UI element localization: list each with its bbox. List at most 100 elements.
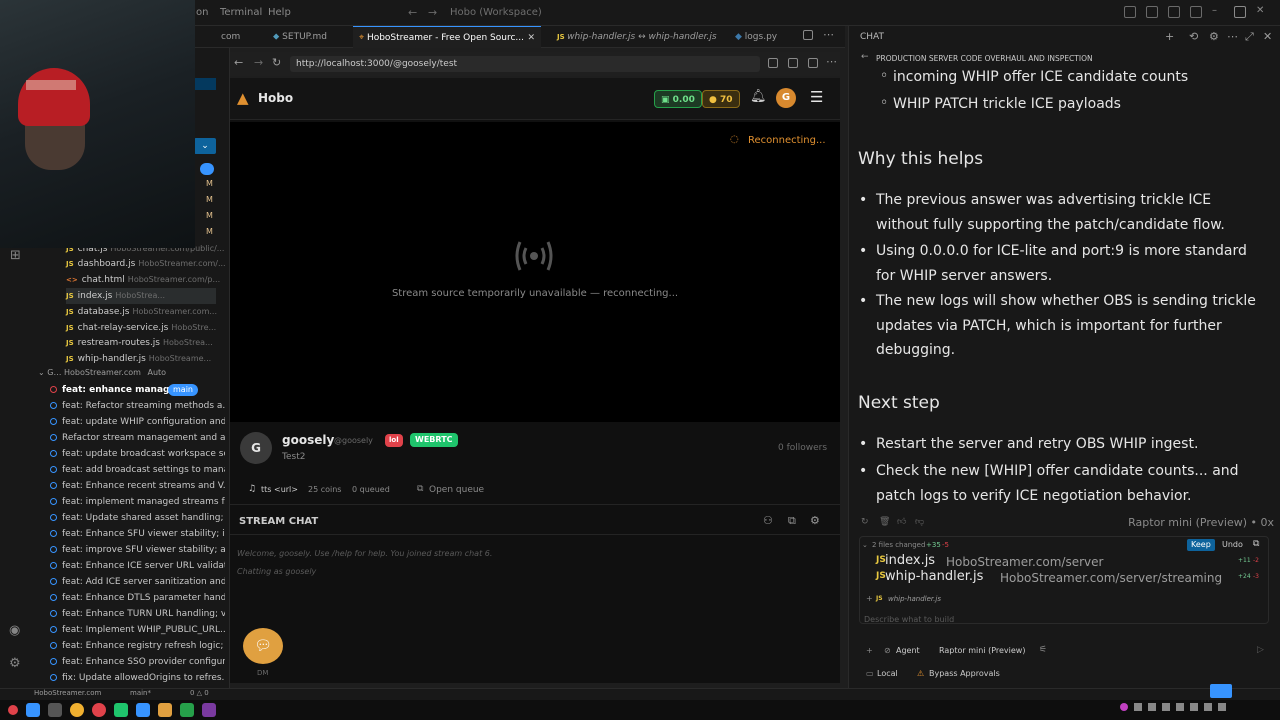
file-item[interactable]: JSrestream-routes.jsHoboStrea...M (66, 335, 245, 351)
url-input[interactable]: http://localhost:3000/@goosely/test (290, 56, 760, 72)
tab-setup-md[interactable]: ⬥ SETUP.md (267, 26, 333, 48)
commit-item[interactable]: feat: Add ICE server sanitization and ..… (50, 574, 225, 590)
attach-icon[interactable]: + (866, 594, 873, 603)
minimize-icon[interactable]: – (1212, 6, 1224, 18)
close-tab-icon[interactable]: ✕ (527, 27, 535, 49)
app-icon[interactable] (180, 703, 194, 717)
back-icon[interactable]: ← (234, 56, 243, 69)
retry-icon[interactable]: ↻ (861, 517, 869, 527)
attached-file[interactable]: whip-handler.js (888, 595, 941, 603)
new-chat-icon[interactable]: + (1165, 30, 1174, 43)
streamer-name[interactable]: goosely (282, 433, 334, 447)
browser-app-icon[interactable] (92, 703, 106, 717)
commit-item[interactable]: feat: improve SFU viewer stability; a... (50, 542, 225, 558)
tray-icon[interactable] (1190, 703, 1198, 711)
commit-item[interactable]: feat: update WHIP configuration and... (50, 414, 225, 430)
popout-icon[interactable]: ⧉ (788, 514, 796, 528)
open-queue-link[interactable]: Open queue (429, 485, 484, 495)
search-icon[interactable] (1210, 684, 1232, 698)
file-item[interactable]: JSdatabase.jsHoboStreamer.com...M (66, 304, 245, 320)
bell-icon[interactable]: 🔔︎ (750, 89, 767, 104)
close-icon[interactable]: ✕ (1256, 6, 1268, 18)
file-item[interactable]: <>chat.htmlHoboStreamer.com/p...M (66, 272, 245, 288)
tab-com[interactable]: com (215, 26, 246, 48)
tray-icon[interactable] (1162, 703, 1170, 711)
forward-icon[interactable]: → (254, 56, 263, 69)
forward-arrow-icon[interactable]: → (428, 6, 437, 19)
tools-icon[interactable]: ⚟ (1039, 645, 1047, 655)
coins-pill[interactable]: ● 70 (702, 90, 740, 108)
commit-item[interactable]: feat: update broadcast workspace sc... (50, 446, 225, 462)
menu-partial[interactable]: on (196, 7, 208, 18)
folder-icon[interactable] (158, 703, 172, 717)
back-arrow-icon[interactable]: ← (408, 6, 417, 19)
commit-item[interactable]: feat: Update shared asset handling; ... (50, 510, 225, 526)
app-icon[interactable] (114, 703, 128, 717)
commit-item[interactable]: feat: Enhance SFU viewer stability; i... (50, 526, 225, 542)
tray-icon[interactable] (1218, 703, 1226, 711)
tray-icon[interactable] (1134, 703, 1142, 711)
file-item[interactable]: JSchat-relay-service.jsHoboStre...M (66, 320, 245, 336)
file-item-hovered[interactable]: JSindex.jsHoboStrea...M (66, 288, 239, 304)
send-icon[interactable]: ▷ (1257, 645, 1264, 655)
status-workspace[interactable]: HoboStreamer.com (34, 689, 101, 697)
changed-file-name[interactable]: whip-handler.js (885, 569, 983, 584)
commit-item[interactable]: feat: Enhance ICE server URL validati... (50, 558, 225, 574)
streamer-avatar[interactable]: G (240, 432, 272, 464)
tray-icon[interactable] (1120, 703, 1128, 711)
thumbs-up-icon[interactable]: 👍︎ (897, 517, 906, 527)
menu-terminal[interactable]: Terminal (220, 7, 262, 18)
secondary-sidebar-icon[interactable] (1190, 6, 1202, 18)
tab-hobostreamer[interactable]: ⌖ HoboStreamer - Free Open Sourc... ✕ (353, 26, 541, 48)
devtools-icon[interactable] (808, 58, 818, 71)
app-icon[interactable] (202, 703, 216, 717)
hobo-brand[interactable]: Hobo (258, 91, 293, 105)
split-editor-icon[interactable] (803, 30, 813, 43)
history-icon[interactable]: ⟲ (1189, 30, 1198, 43)
status-problems[interactable]: 0 △ 0 (190, 689, 209, 697)
attach-icon[interactable]: + (866, 646, 873, 655)
tray-icon[interactable] (1148, 703, 1156, 711)
files-icon[interactable] (26, 703, 40, 717)
commit-item[interactable]: feat: Enhance registry refresh logic; i.… (50, 638, 225, 654)
more-icon[interactable]: ⋯ (1227, 30, 1238, 43)
sidebar-toggle-icon[interactable] (1146, 6, 1158, 18)
changed-file-name[interactable]: index.js (885, 553, 935, 568)
tab-whip-handler-diff[interactable]: JS whip-handler.js ↔ whip-handler.js (551, 26, 723, 48)
close-icon[interactable]: ✕ (1263, 30, 1272, 43)
more-icon[interactable]: ⋯ (826, 55, 837, 68)
agent-select[interactable]: Agent (896, 646, 920, 655)
panel-toggle-icon[interactable] (1168, 6, 1180, 18)
extensions-icon[interactable]: ⊞ (10, 248, 21, 263)
back-arrow-icon[interactable]: ← (861, 52, 869, 62)
gear-icon[interactable]: ⚙ (1209, 30, 1219, 43)
video-player[interactable]: ◌ Reconnecting... Stream source temporar… (230, 122, 840, 422)
commit-item[interactable]: feat: Enhance SSO provider configur... (50, 654, 225, 670)
commit-item[interactable]: feat: Enhance TURN URL handling; v... (50, 606, 225, 622)
tray-icon[interactable] (1176, 703, 1184, 711)
start-icon[interactable] (8, 705, 18, 715)
commit-item[interactable]: feat: Refactor streaming methods a... (50, 398, 225, 414)
model-select[interactable]: Raptor mini (Preview) (939, 646, 1025, 655)
vscode-icon[interactable] (136, 703, 150, 717)
maximize-icon[interactable]: ⤢ (1245, 30, 1254, 44)
commit-item[interactable]: feat: Enhance recent streams and V... (50, 478, 225, 494)
reload-icon[interactable]: ↻ (272, 56, 281, 69)
gear-icon[interactable]: ⚙ (9, 656, 21, 671)
copy-icon[interactable]: ⧉ (1253, 539, 1259, 549)
chat-bubble-button[interactable]: 💬︎ (243, 628, 283, 664)
bypass-approvals-select[interactable]: Bypass Approvals (929, 669, 1000, 678)
git-graph-header[interactable]: ⌄ G… HoboStreamer.com Auto (38, 368, 166, 377)
undo-button[interactable]: Undo (1222, 540, 1243, 549)
hobo-logo-icon[interactable]: ▲ (237, 89, 249, 107)
commit-item[interactable]: feat: enhance managed... (50, 382, 225, 398)
files-changed-label[interactable]: 2 files changed (872, 541, 925, 549)
commit-item[interactable]: feat: Implement WHIP_PUBLIC_URL... (50, 622, 225, 638)
chevron-down-icon[interactable]: ⌄ (194, 138, 216, 154)
maximize-icon[interactable] (1234, 6, 1246, 18)
window-title[interactable]: Hobo (Workspace) (450, 7, 542, 18)
file-item[interactable]: JSdashboard.jsHoboStreamer.com/...M (66, 256, 245, 272)
chat-input[interactable]: Describe what to build (864, 615, 954, 624)
commit-item[interactable]: feat: Enhance DTLS parameter handl... (50, 590, 225, 606)
balance-pill[interactable]: ▣ 0.00 (654, 90, 702, 108)
